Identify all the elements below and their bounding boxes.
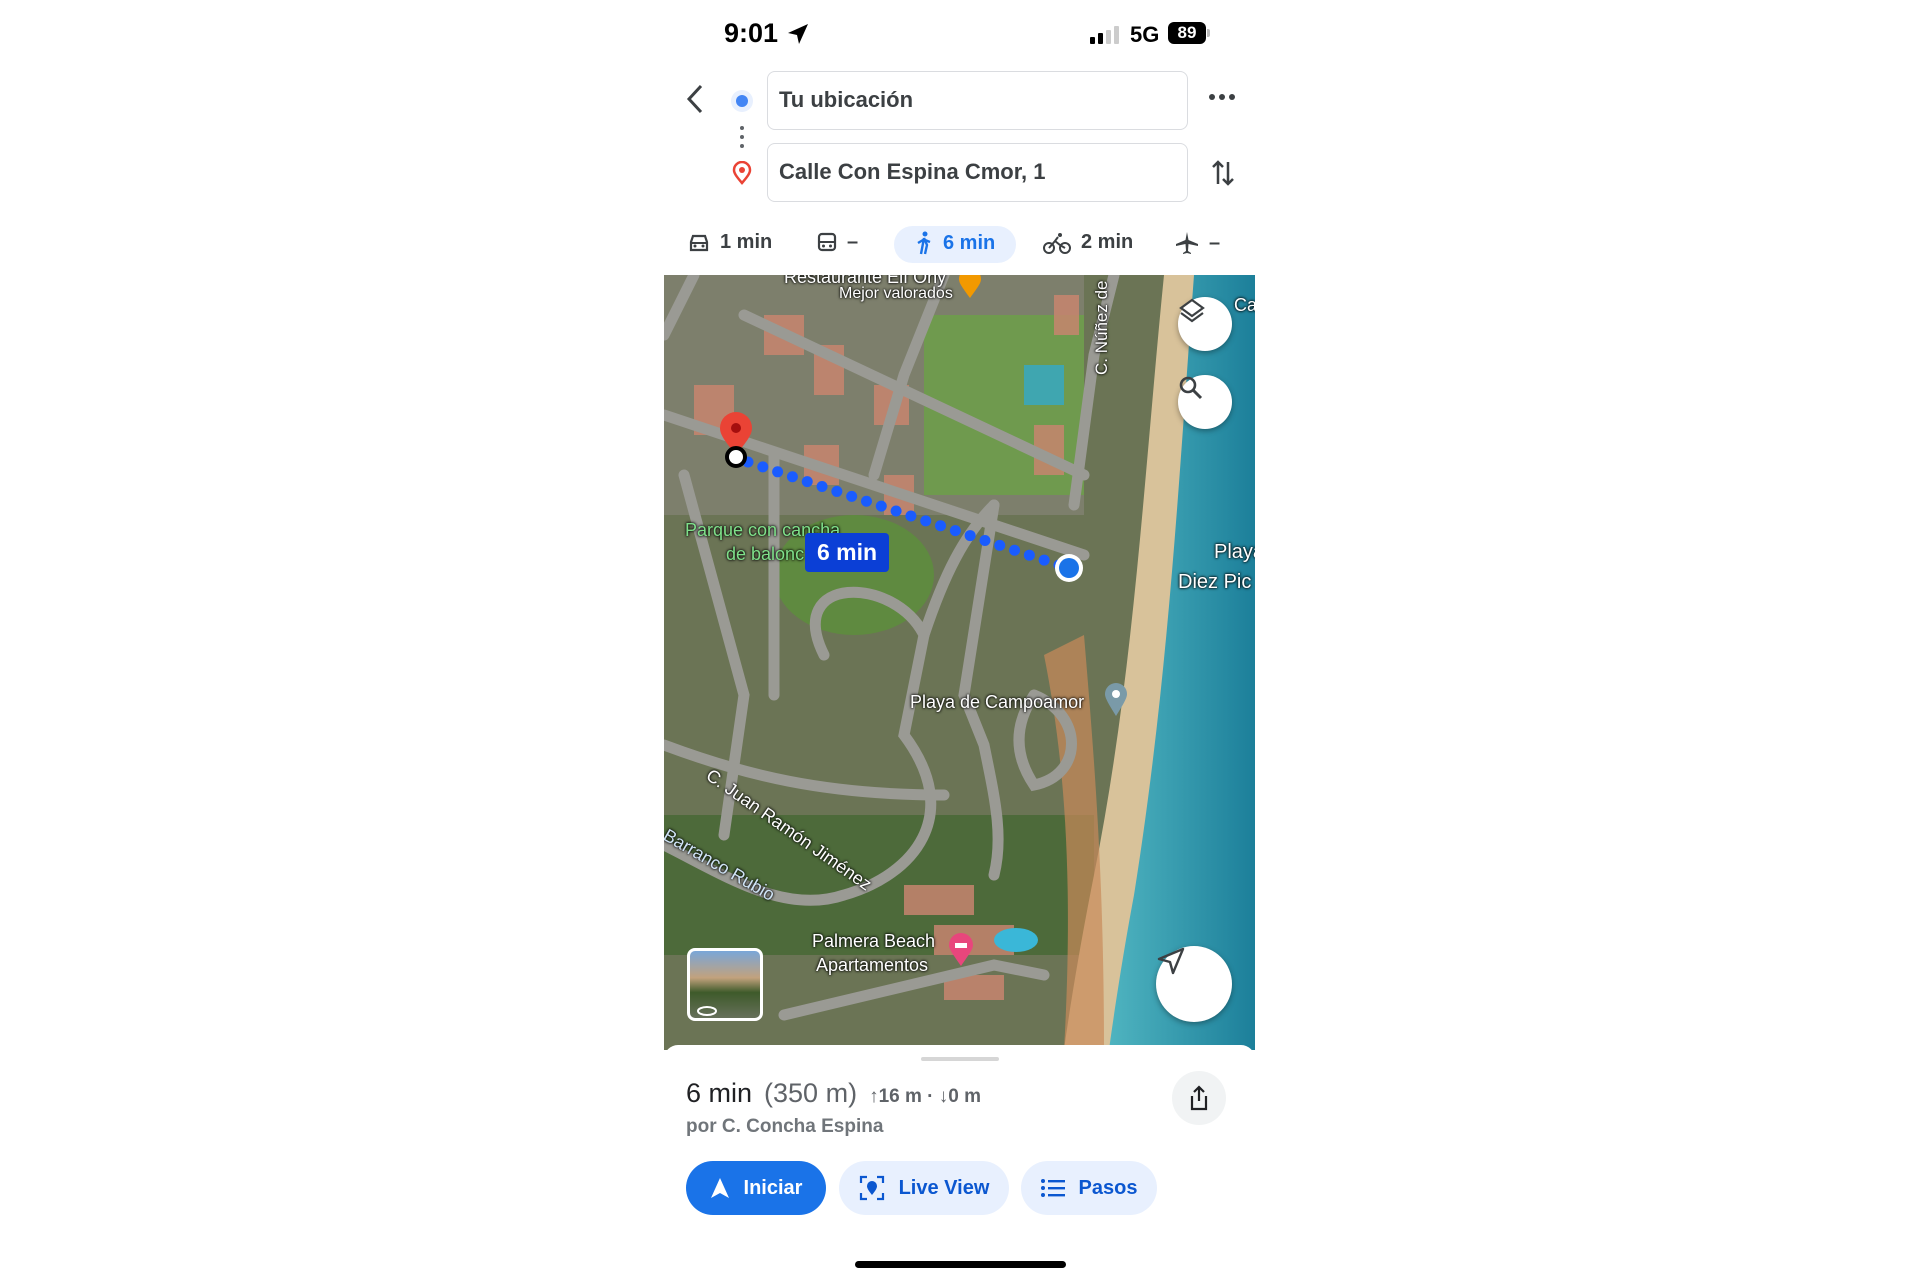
steps-button[interactable]: Pasos xyxy=(1021,1161,1157,1215)
live-view-button[interactable]: Live View xyxy=(839,1161,1009,1215)
mode-flight[interactable]: – xyxy=(1175,231,1220,255)
route-dot xyxy=(875,500,887,512)
status-time: 9:01 xyxy=(724,18,779,48)
mode-transit[interactable]: – xyxy=(817,231,858,254)
route-dot xyxy=(801,476,813,488)
beach-pin-icon[interactable] xyxy=(1104,683,1128,717)
map-label-top-right: Cam xyxy=(1234,295,1255,315)
walk-icon xyxy=(917,231,931,255)
rotate-360-icon xyxy=(697,1006,717,1016)
origin-input[interactable]: Tu ubicación xyxy=(767,71,1188,130)
swap-icon[interactable] xyxy=(1210,158,1236,188)
more-options-icon[interactable] xyxy=(1208,93,1236,101)
route-dot xyxy=(846,490,858,502)
start-label: Iniciar xyxy=(743,1176,803,1199)
hotel-pin-icon[interactable] xyxy=(948,933,974,967)
route-dot xyxy=(757,461,769,473)
live-view-label: Live View xyxy=(898,1176,990,1199)
route-dot xyxy=(772,466,784,478)
destination-pin-icon xyxy=(732,161,752,185)
mode-car[interactable]: 1 min xyxy=(688,231,772,254)
signal-icon xyxy=(1090,26,1119,44)
list-icon xyxy=(1040,1179,1065,1197)
connector-dots-icon xyxy=(740,126,744,148)
map-label-playa: Playa xyxy=(1214,541,1255,563)
navigation-arrow-icon xyxy=(1157,947,1185,975)
origin-dot-icon xyxy=(731,90,753,112)
transit-icon xyxy=(817,232,837,251)
route-dot xyxy=(1038,554,1050,566)
destination-map-pin-icon[interactable] xyxy=(718,411,754,471)
layers-icon xyxy=(1179,298,1205,323)
route-dot xyxy=(890,505,902,517)
layers-button[interactable] xyxy=(1178,297,1232,351)
route-distance: (350 m) xyxy=(764,1078,858,1108)
route-duration: 6 min xyxy=(686,1078,753,1108)
current-location-dot xyxy=(1055,554,1083,582)
mode-label: – xyxy=(847,231,859,253)
recenter-button[interactable] xyxy=(1156,946,1232,1022)
mode-label: 1 min xyxy=(720,231,773,253)
bike-icon xyxy=(1043,232,1071,254)
mode-walk[interactable]: 6 min xyxy=(915,231,995,255)
route-dot xyxy=(979,534,991,546)
map-label-palmera-2: Apartamentos xyxy=(816,955,929,975)
battery-tip xyxy=(1207,29,1210,37)
map-view[interactable]: Restaurante Elf Ony Mejor valorados C. N… xyxy=(664,275,1255,1050)
network-type: 5G xyxy=(1130,22,1160,47)
map-label-palmera[interactable]: Palmera Beach xyxy=(812,931,935,952)
car-icon xyxy=(689,234,709,251)
home-indicator[interactable] xyxy=(855,1261,1066,1268)
map-label-playa-2: Diez Pic xyxy=(1178,571,1252,593)
battery-icon: 89 xyxy=(1168,22,1206,44)
route-dot xyxy=(949,525,961,537)
route-dot xyxy=(920,515,932,527)
map-label-campoamor[interactable]: Playa de Campoamor xyxy=(910,692,1084,713)
live-view-icon xyxy=(859,1175,884,1201)
navigation-icon xyxy=(710,1178,729,1198)
steps-label: Pasos xyxy=(1078,1176,1138,1199)
route-dot xyxy=(786,471,798,483)
share-icon xyxy=(1190,1085,1208,1111)
route-dot xyxy=(1023,549,1035,561)
start-button[interactable]: Iniciar xyxy=(686,1161,826,1215)
route-dot xyxy=(831,485,843,497)
back-icon[interactable] xyxy=(684,84,706,114)
share-button[interactable] xyxy=(1172,1071,1226,1125)
route-time-label[interactable]: 6 min xyxy=(805,533,890,572)
map-label-restaurant-sub: Mejor valorados xyxy=(839,285,953,302)
map-label-street-nunez: C. Núñez de xyxy=(1092,280,1111,376)
mode-bike[interactable]: 2 min xyxy=(1043,231,1133,254)
route-summary: 6 min (350 m) ↑16 m · ↓0 m xyxy=(686,1078,981,1109)
mode-label: 6 min xyxy=(943,231,996,254)
route-dot xyxy=(964,530,976,542)
street-view-thumbnail[interactable] xyxy=(687,948,763,1021)
route-dot xyxy=(905,510,917,522)
restaurant-pin-icon[interactable] xyxy=(958,275,982,299)
plane-icon xyxy=(1176,232,1198,254)
mode-label: 2 min xyxy=(1081,231,1134,253)
route-via: por C. Concha Espina xyxy=(686,1116,884,1137)
route-dot xyxy=(816,481,828,493)
route-dot xyxy=(1009,544,1021,556)
destination-input[interactable]: Calle Con Espina Cmor, 1 xyxy=(767,143,1188,202)
route-dot xyxy=(935,520,947,532)
route-dot xyxy=(994,539,1006,551)
sheet-drag-handle[interactable] xyxy=(921,1057,999,1061)
search-icon xyxy=(1179,376,1203,400)
map-search-button[interactable] xyxy=(1178,375,1232,429)
mode-label: – xyxy=(1209,231,1221,254)
map-label-park-2: de balonc xyxy=(726,544,805,564)
location-arrow-icon xyxy=(788,24,808,44)
route-elevation: ↑16 m · ↓0 m xyxy=(869,1086,981,1107)
route-dot xyxy=(860,495,872,507)
